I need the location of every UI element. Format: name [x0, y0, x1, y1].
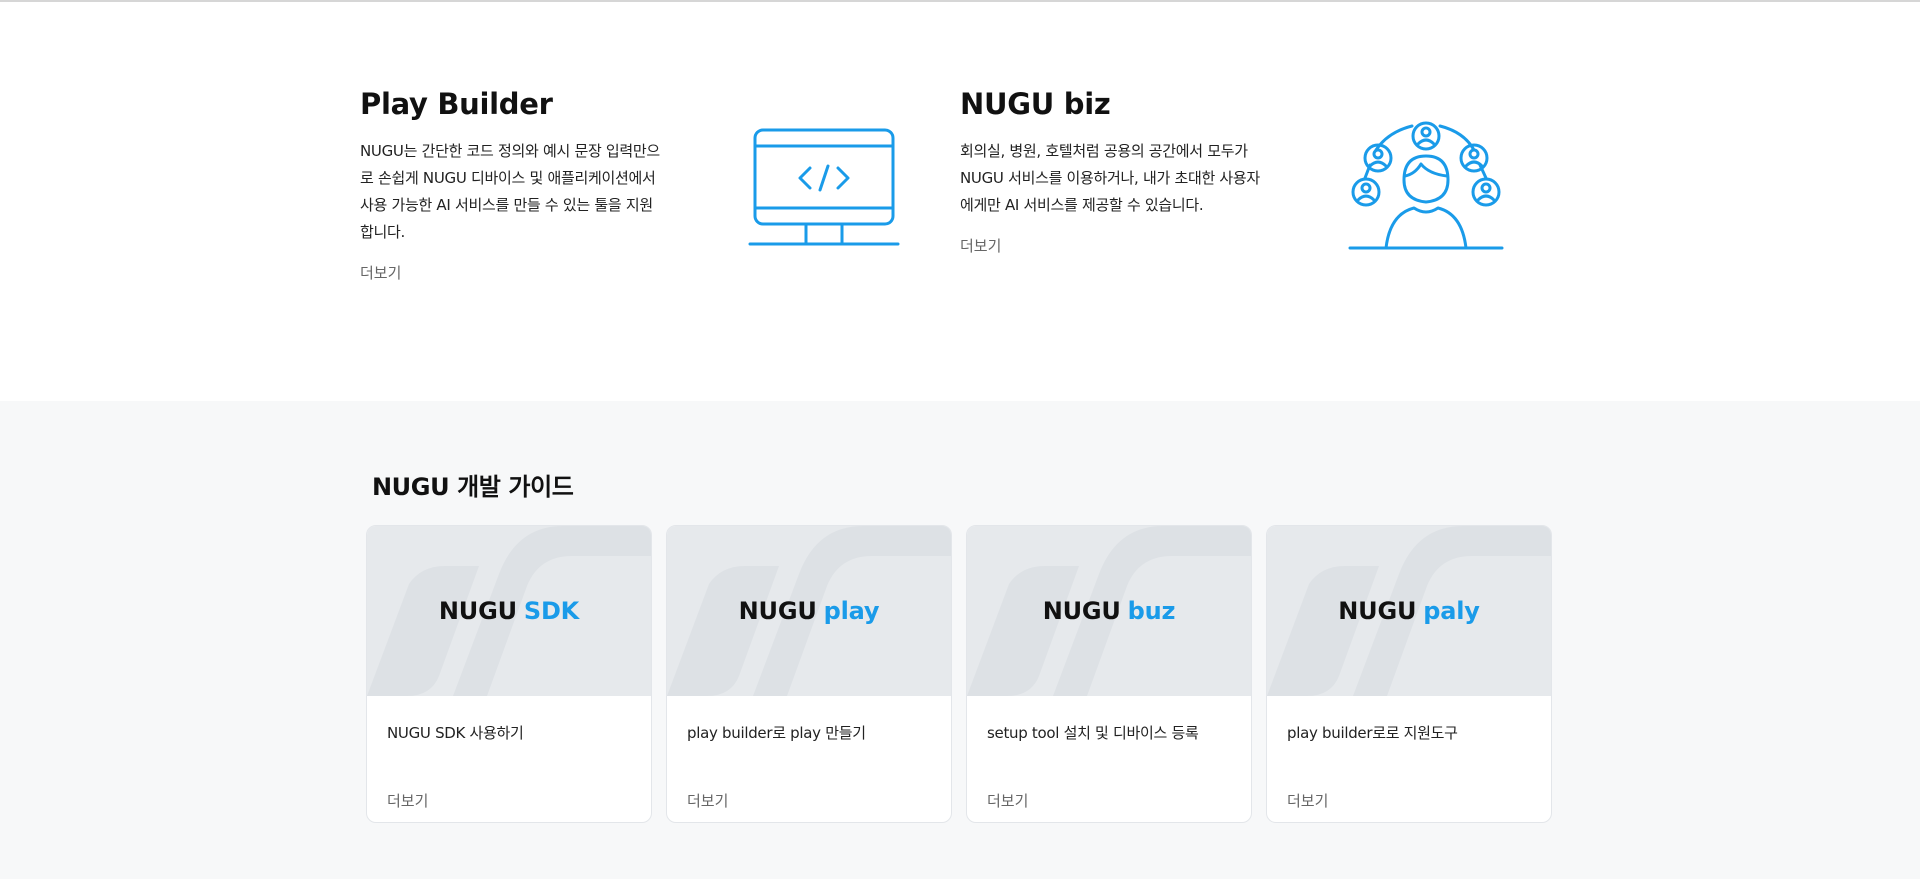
card-description: play builder로 play 만들기 [687, 724, 866, 742]
card-description: play builder로로 지원도구 [1287, 724, 1458, 742]
feature-description: NUGU는 간단한 코드 정의와 예시 문장 입력만으로 손쉽게 NUGU 디바… [360, 142, 660, 241]
card-more-link[interactable]: 더보기 [687, 790, 728, 811]
brand-name: NUGU [1338, 597, 1417, 625]
feature-more-link[interactable]: 더보기 [360, 262, 401, 283]
brand-accent: paly [1423, 597, 1480, 625]
card-brand: NUGU paly [1338, 597, 1480, 625]
brand-accent: SDK [523, 597, 580, 625]
card-description: setup tool 설치 및 디바이스 등록 [987, 724, 1199, 742]
card-thumbnail: NUGU buz [967, 526, 1251, 696]
feature-more-link[interactable]: 더보기 [960, 235, 1001, 256]
guide-card-play[interactable]: NUGU play play builder로 play 만들기 더보기 [666, 525, 952, 823]
feature-nugu-biz: NUGU biz 회의실, 병원, 호텔처럼 공용의 공간에서 모두가 NUGU… [960, 84, 1270, 256]
brand-accent: buz [1127, 597, 1176, 625]
card-brand: NUGU SDK [439, 597, 579, 625]
brand-accent: play [823, 597, 880, 625]
dev-guide-section: NUGU 개발 가이드 NUGU SDK NUGU SDK 사용하기 더보기 N… [0, 401, 1920, 879]
guide-card-paly[interactable]: NUGU paly play builder로로 지원도구 더보기 [1266, 525, 1552, 823]
card-more-link[interactable]: 더보기 [387, 790, 428, 811]
card-thumbnail: NUGU SDK [367, 526, 651, 696]
brand-name: NUGU [1042, 597, 1121, 625]
feature-play-builder: Play Builder NUGU는 간단한 코드 정의와 예시 문장 입력만으… [360, 84, 670, 283]
feature-description: 회의실, 병원, 호텔처럼 공용의 공간에서 모두가 NUGU 서비스를 이용하… [960, 142, 1260, 214]
card-description: NUGU SDK 사용하기 [387, 724, 524, 742]
section-title: NUGU 개발 가이드 [372, 473, 574, 501]
card-more-link[interactable]: 더보기 [1287, 790, 1328, 811]
feature-title: Play Builder [360, 87, 553, 121]
feature-section: Play Builder NUGU는 간단한 코드 정의와 예시 문장 입력만으… [0, 2, 1920, 401]
card-brand: NUGU play [739, 597, 880, 625]
card-brand: NUGU buz [1043, 597, 1176, 625]
user-network-icon [1348, 120, 1504, 254]
card-thumbnail: NUGU paly [1267, 526, 1551, 696]
card-more-link[interactable]: 더보기 [987, 790, 1028, 811]
guide-card-buz[interactable]: NUGU buz setup tool 설치 및 디바이스 등록 더보기 [966, 525, 1252, 823]
feature-title: NUGU biz [960, 87, 1111, 121]
monitor-code-icon [748, 124, 900, 248]
brand-name: NUGU [438, 597, 517, 625]
brand-name: NUGU [738, 597, 817, 625]
card-thumbnail: NUGU play [667, 526, 951, 696]
guide-card-sdk[interactable]: NUGU SDK NUGU SDK 사용하기 더보기 [366, 525, 652, 823]
